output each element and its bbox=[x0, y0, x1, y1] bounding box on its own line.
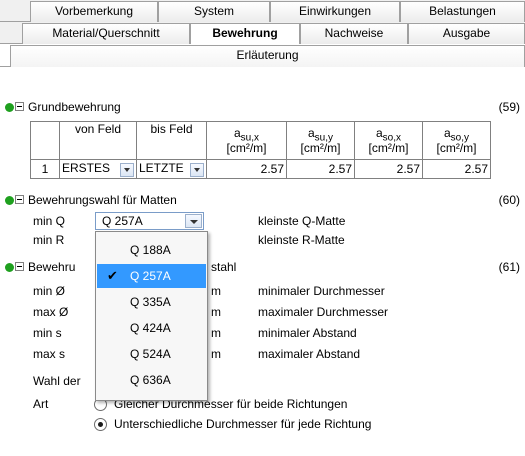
chevron-down-icon[interactable] bbox=[120, 163, 134, 177]
section-grundbewehrung: Grundbewehrung (59) bbox=[0, 99, 525, 115]
status-dot-icon bbox=[5, 103, 14, 112]
status-dot-icon bbox=[5, 196, 14, 205]
tab-erlaeuterung[interactable]: Erläuterung bbox=[10, 45, 525, 67]
min-q-value: Q 257A bbox=[102, 214, 143, 228]
dropdown-option[interactable]: Q 424A bbox=[97, 316, 206, 340]
max-spacing-label: max s bbox=[33, 347, 66, 361]
min-q-description: kleinste Q-Matte bbox=[258, 214, 346, 228]
dropdown-option[interactable]: Q 636A bbox=[97, 368, 206, 392]
tab-belastungen[interactable]: Belastungen bbox=[400, 1, 525, 22]
section-title: Grundbewehrung bbox=[28, 100, 121, 114]
row-index: 1 bbox=[30, 159, 60, 179]
radio-different-diameter-label[interactable]: Unterschiedliche Durchmesser für jede Ri… bbox=[114, 417, 371, 431]
section-title-end: stahl bbox=[211, 260, 237, 274]
tab-vorbemerkung[interactable]: Vorbemerkung bbox=[30, 1, 158, 22]
section-title-start: Bewehru bbox=[28, 260, 76, 274]
tab-row-3: Erläuterung bbox=[0, 44, 525, 67]
min-r-description: kleinste R-Matte bbox=[258, 233, 345, 247]
min-q-dropdown-list: Q 188A ✔ Q 257A Q 335A Q 424A Q 524A Q 63… bbox=[95, 231, 208, 401]
min-diameter-unit: m bbox=[211, 284, 221, 298]
chevron-down-icon[interactable] bbox=[190, 163, 204, 177]
art-label: Art bbox=[33, 397, 49, 411]
asuy-cell[interactable]: 2.57 bbox=[286, 159, 355, 179]
column-header-asox: aso,x [cm²/m] bbox=[354, 121, 423, 160]
min-spacing-description: minimaler Abstand bbox=[258, 326, 357, 340]
min-q-label: min Q bbox=[33, 214, 66, 228]
dropdown-option-selected[interactable]: ✔ Q 257A bbox=[97, 264, 206, 288]
tab-bewehrung[interactable]: Bewehrung bbox=[190, 23, 300, 45]
tab-material-querschnitt[interactable]: Material/Querschnitt bbox=[22, 23, 190, 44]
tab-ausgabe[interactable]: Ausgabe bbox=[408, 23, 525, 44]
column-header-asuy: asu,y [cm²/m] bbox=[286, 121, 355, 160]
max-diameter-unit: m bbox=[211, 305, 221, 319]
dropdown-option[interactable]: Q 335A bbox=[97, 290, 206, 314]
table-header-row: von Feld bis Feld asu,x [cm²/m] asu,y [c… bbox=[30, 121, 491, 160]
asux-cell[interactable]: 2.57 bbox=[206, 159, 287, 179]
collapse-icon[interactable] bbox=[15, 102, 24, 111]
collapse-icon[interactable] bbox=[15, 262, 24, 271]
column-header-von-feld: von Feld bbox=[59, 121, 137, 160]
grundbewehrung-table: von Feld bis Feld asu,x [cm²/m] asu,y [c… bbox=[30, 121, 491, 179]
max-spacing-unit: m bbox=[211, 347, 221, 361]
checkmark-icon: ✔ bbox=[107, 268, 118, 283]
dropdown-option[interactable]: Q 524A bbox=[97, 342, 206, 366]
table-corner bbox=[30, 121, 60, 160]
table-row: 1 ERSTES LETZTE 2.57 2.57 2.57 2.57 bbox=[30, 159, 491, 179]
section-title: Bewehrungswahl für Matten bbox=[28, 193, 177, 207]
dropdown-option[interactable]: Q 188A bbox=[97, 238, 206, 262]
section-number: (61) bbox=[498, 260, 520, 274]
radio-different-diameter[interactable] bbox=[94, 418, 107, 431]
tab-system[interactable]: System bbox=[158, 1, 270, 22]
column-header-asux: asu,x [cm²/m] bbox=[206, 121, 287, 160]
column-header-bis-feld: bis Feld bbox=[136, 121, 207, 160]
tab-einwirkungen[interactable]: Einwirkungen bbox=[270, 1, 400, 22]
section-number: (60) bbox=[498, 193, 520, 207]
min-q-select[interactable]: Q 257A bbox=[95, 212, 204, 230]
max-spacing-description: maximaler Abstand bbox=[258, 347, 361, 361]
wahl-label: Wahl der bbox=[33, 374, 81, 388]
section-stabstahl: Bewehru stahl (61) bbox=[0, 259, 525, 275]
bis-feld-select[interactable]: LETZTE bbox=[136, 159, 207, 179]
min-spacing-unit: m bbox=[211, 326, 221, 340]
chevron-down-icon[interactable] bbox=[185, 214, 202, 228]
asox-cell[interactable]: 2.57 bbox=[354, 159, 423, 179]
tab-nachweise[interactable]: Nachweise bbox=[300, 23, 408, 44]
max-diameter-label: max Ø bbox=[33, 305, 69, 319]
max-diameter-description: maximaler Durchmesser bbox=[258, 305, 389, 319]
asoy-cell[interactable]: 2.57 bbox=[422, 159, 491, 179]
min-diameter-label: min Ø bbox=[33, 284, 66, 298]
tab-row-1: Vorbemerkung System Einwirkungen Belastu… bbox=[0, 0, 525, 22]
status-dot-icon bbox=[5, 263, 14, 272]
min-spacing-label: min s bbox=[33, 326, 62, 340]
column-header-asoy: aso,y [cm²/m] bbox=[422, 121, 491, 160]
min-r-label: min R bbox=[33, 233, 65, 247]
section-number: (59) bbox=[498, 100, 520, 114]
min-diameter-description: minimaler Durchmesser bbox=[258, 284, 385, 298]
section-matten: Bewehrungswahl für Matten (60) bbox=[0, 192, 525, 208]
tab-row-2: Material/Querschnitt Bewehrung Nachweise… bbox=[0, 22, 525, 45]
von-feld-select[interactable]: ERSTES bbox=[59, 159, 137, 179]
collapse-icon[interactable] bbox=[15, 195, 24, 204]
